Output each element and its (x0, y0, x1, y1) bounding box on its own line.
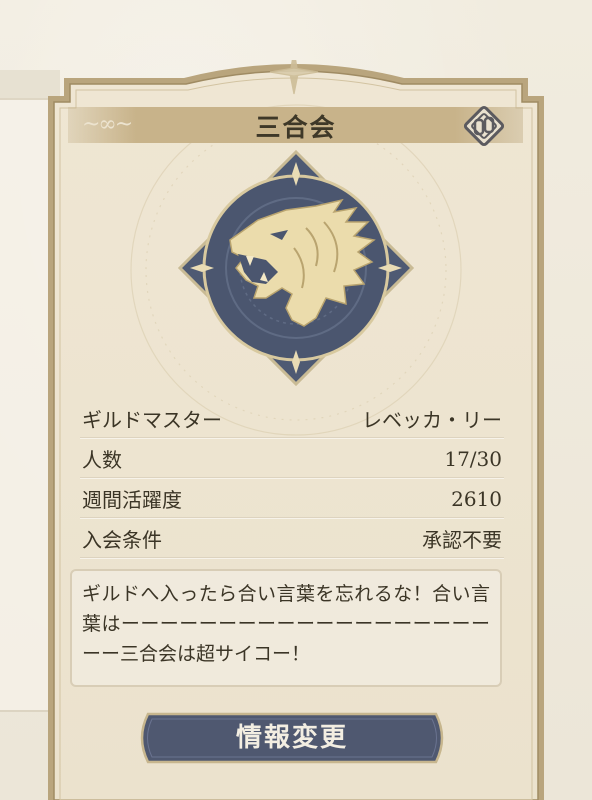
edit-emblem-button[interactable] (458, 100, 510, 152)
info-label: ギルドマスター (82, 408, 222, 432)
info-value: 承認不要 (422, 528, 502, 552)
change-info-button[interactable]: 情報変更 (134, 710, 450, 766)
info-row-activity: 週間活躍度 2610 (80, 480, 504, 518)
info-label: 入会条件 (82, 528, 162, 552)
edit-chain-icon (463, 105, 505, 147)
info-value: 17/30 (444, 446, 502, 471)
change-info-label: 情報変更 (235, 723, 348, 753)
guild-emblem (166, 148, 426, 388)
info-value: レベッカ・リー (362, 408, 502, 432)
lion-head-emblem-icon (177, 149, 415, 387)
info-row-master: ギルドマスター レベッカ・リー (80, 400, 504, 438)
guild-message-box[interactable]: ギルドへ入ったら合い言葉を忘れるな！合い言葉はーーーーーーーーーーーーーーーーー… (70, 569, 502, 687)
info-label: 週間活躍度 (82, 488, 182, 512)
guild-card: ~∞~ 三合会 ギルドマスター レベッカ・リー 人数 17/30 週間活躍度 2… (34, 60, 558, 800)
guild-info-screen: ~∞~ 三合会 ギルドマスター レベッカ・リー 人数 17/30 週間活躍度 2… (0, 0, 592, 800)
info-row-members: 人数 17/30 (80, 440, 504, 478)
info-row-join-condition: 入会条件 承認不要 (80, 520, 504, 558)
guild-info-list: ギルドマスター レベッカ・リー 人数 17/30 週間活躍度 2610 入会条件… (80, 400, 504, 560)
info-label: 人数 (82, 448, 122, 472)
guild-message-text: ギルドへ入ったら合い言葉を忘れるな！合い言葉はーーーーーーーーーーーーーーーーー… (82, 583, 490, 665)
info-value: 2610 (451, 486, 502, 511)
